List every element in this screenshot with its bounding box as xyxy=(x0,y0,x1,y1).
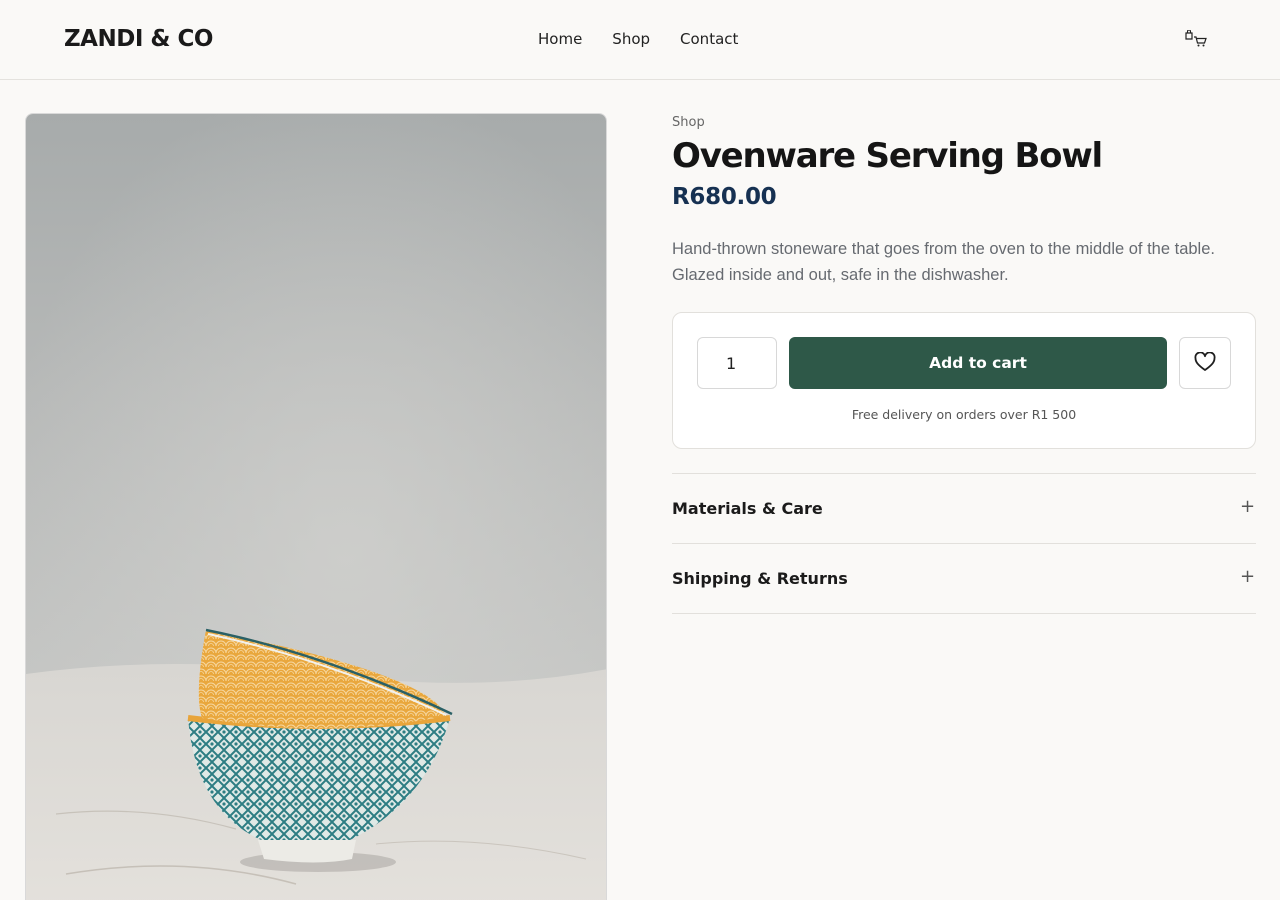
accordion-shipping-returns[interactable]: Shipping & Returns + xyxy=(672,544,1256,614)
product-title: Ovenware Serving Bowl xyxy=(672,136,1103,176)
product-description: Hand-thrown stoneware that goes from the… xyxy=(672,240,1215,284)
heart-icon xyxy=(1194,350,1216,375)
product-accordion: Materials & Care + Shipping & Returns + xyxy=(672,473,1256,614)
site-logo[interactable]: ZANDI & CO xyxy=(64,26,213,52)
quantity-input[interactable] xyxy=(697,337,777,389)
nav-home-link[interactable]: Home xyxy=(538,30,582,48)
product-image xyxy=(25,113,607,900)
purchase-panel: Add to cart Free delivery on orders over… xyxy=(672,312,1256,449)
shopping-cart-icon[interactable] xyxy=(1184,29,1210,48)
product-price: R680.00 xyxy=(672,184,777,210)
main-nav: Home Shop Contact xyxy=(538,30,738,48)
plus-icon: + xyxy=(1240,566,1256,587)
add-to-cart-button[interactable]: Add to cart xyxy=(789,337,1167,389)
accordion-materials-care[interactable]: Materials & Care + xyxy=(672,474,1256,544)
wishlist-button[interactable] xyxy=(1179,337,1231,389)
nav-shop-link[interactable]: Shop xyxy=(612,30,650,48)
delivery-note: Free delivery on orders over R1 500 xyxy=(851,407,1077,422)
plus-icon: + xyxy=(1240,496,1256,517)
accordion-label: Shipping & Returns xyxy=(672,569,848,588)
nav-contact-link[interactable]: Contact xyxy=(680,30,738,48)
site-header: ZANDI & CO Home Shop Contact xyxy=(0,0,1280,80)
accordion-label: Materials & Care xyxy=(672,499,823,518)
breadcrumb-shop-link[interactable]: Shop xyxy=(672,115,705,130)
product-info: Shop Ovenware Serving Bowl R680.00 Hand-… xyxy=(672,113,1256,614)
